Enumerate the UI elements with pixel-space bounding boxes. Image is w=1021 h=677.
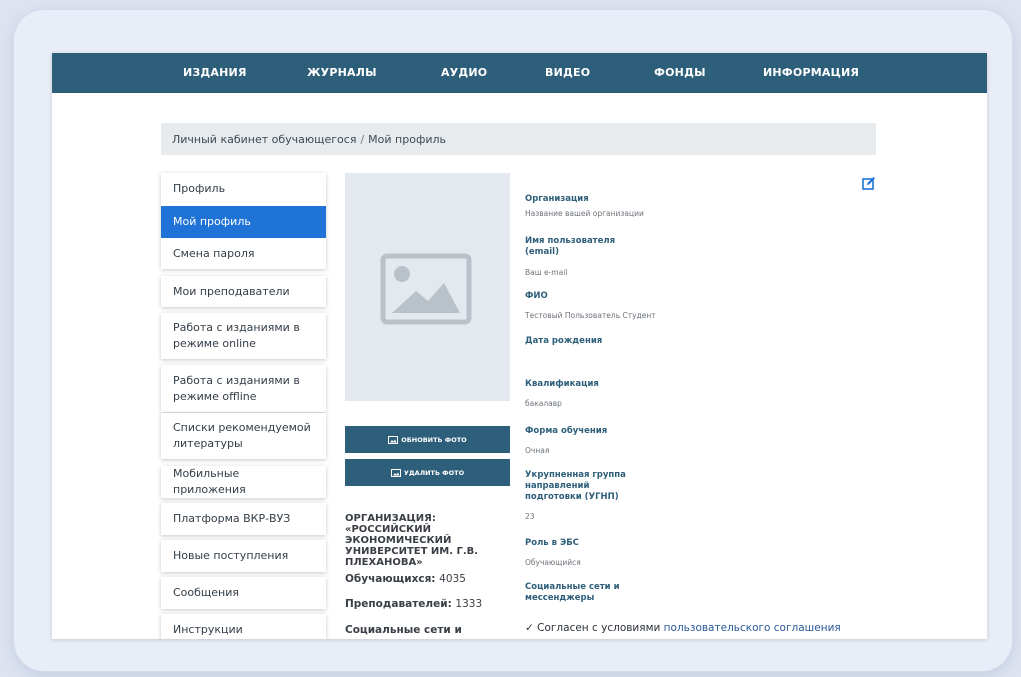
sidebar-item-offline-work[interactable]: Работа с изданиями в режиме offline [161,365,326,412]
sidebar-item-my-teachers[interactable]: Мои преподаватели [161,276,326,307]
image-placeholder-icon [380,253,472,325]
organization-info: ОРГАНИЗАЦИЯ: «РОССИЙСКИЙ ЭКОНОМИЧЕСКИЙ У… [345,513,520,639]
delete-photo-label: удалить фото [403,468,465,477]
field-value-qualification: бакалавр [525,399,562,408]
delete-photo-button[interactable]: удалить фото [345,459,510,486]
sidebar-item-vkr-platform[interactable]: Платформа ВКР-ВУЗ [161,503,326,535]
breadcrumb: Личный кабинет обучающегося / Мой профиль [161,123,876,155]
nav-item-audio[interactable]: АУДИО [441,66,487,79]
sidebar-item-mobile-apps[interactable]: Мобильные приложения [161,466,326,498]
sidebar-item-reading-lists[interactable]: Списки рекомендуемой литературы [161,413,326,459]
sidebar-item-my-profile[interactable]: Мой профиль [161,206,326,238]
sidebar-item-change-password[interactable]: Смена пароля [161,238,326,269]
edit-icon[interactable] [862,176,876,190]
nav-item-information[interactable]: ИНФОРМАЦИЯ [763,66,859,79]
field-value-fio: Тестовый Пользователь Студент [525,311,656,320]
profile-photo-placeholder [345,173,510,401]
nav-item-video[interactable]: ВИДЕО [545,66,590,79]
agreement-line: ✓ Согласен с условиями пользовательского… [525,622,841,634]
image-icon [388,435,399,444]
nav-item-journals[interactable]: ЖУРНАЛЫ [307,66,377,79]
field-label-ugnp: Укрупненная группа направлений подготовк… [525,470,626,502]
sidebar-item-new-arrivals[interactable]: Новые поступления [161,540,326,572]
field-label-qualification: Квалификация [525,379,599,389]
breadcrumb-separator: / [360,133,365,146]
field-label-role: Роль в ЭБС [525,538,579,548]
user-agreement-link[interactable]: пользовательского соглашения [664,622,841,634]
sidebar-item-instructions[interactable]: Инструкции [161,614,326,639]
breadcrumb-parent-link[interactable]: Личный кабинет обучающегося [172,133,356,146]
field-label-birthdate: Дата рождения [525,336,603,346]
sidebar-item-profile[interactable]: Профиль [161,173,326,205]
image-icon [390,468,401,477]
sidebar-item-online-work[interactable]: Работа с изданиями в режиме online [161,313,326,359]
nav-item-publications[interactable]: ИЗДАНИЯ [183,66,247,79]
field-label-social: Социальные сети и мессенджеры [525,582,620,603]
field-value-study-form: Очная [525,446,550,455]
field-value-ugnp: 23 [525,512,535,521]
agreement-check-icon: ✓ [525,622,534,634]
students-value: 4035 [439,573,466,585]
update-photo-label: обновить фото [401,435,467,444]
field-value-organization: Название вашей организации [525,209,644,218]
field-value-role: Обучающийся [525,558,581,567]
teachers-count: Преподавателей: 1333 [345,598,520,610]
students-label: Обучающихся: [345,573,436,585]
top-navigation: ИЗДАНИЯ ЖУРНАЛЫ АУДИО ВИДЕО ФОНДЫ ИНФОРМ… [52,53,987,93]
teachers-label: Преподавателей: [345,598,452,610]
field-label-study-form: Форма обучения [525,426,608,436]
organization-name: ОРГАНИЗАЦИЯ: «РОССИЙСКИЙ ЭКОНОМИЧЕСКИЙ У… [345,513,479,568]
field-label-organization: Организация [525,194,589,204]
field-value-email: Ваш e-mail [525,268,568,277]
app-screen: ИЗДАНИЯ ЖУРНАЛЫ АУДИО ВИДЕО ФОНДЫ ИНФОРМ… [52,53,987,639]
agreement-text: Согласен с условиями [537,622,661,634]
teachers-value: 1333 [455,598,483,610]
nav-item-funds[interactable]: ФОНДЫ [654,66,706,79]
field-label-username: Имя пользователя (email) [525,236,616,257]
students-count: Обучающихся: 4035 [345,573,520,585]
breadcrumb-current: Мой профиль [368,133,447,146]
field-label-fio: ФИО [525,291,548,301]
update-photo-button[interactable]: обновить фото [345,426,510,453]
sidebar-item-messages[interactable]: Сообщения [161,577,326,609]
library-social-label: Социальные сети и мессенджеры библиотеки… [345,624,462,636]
